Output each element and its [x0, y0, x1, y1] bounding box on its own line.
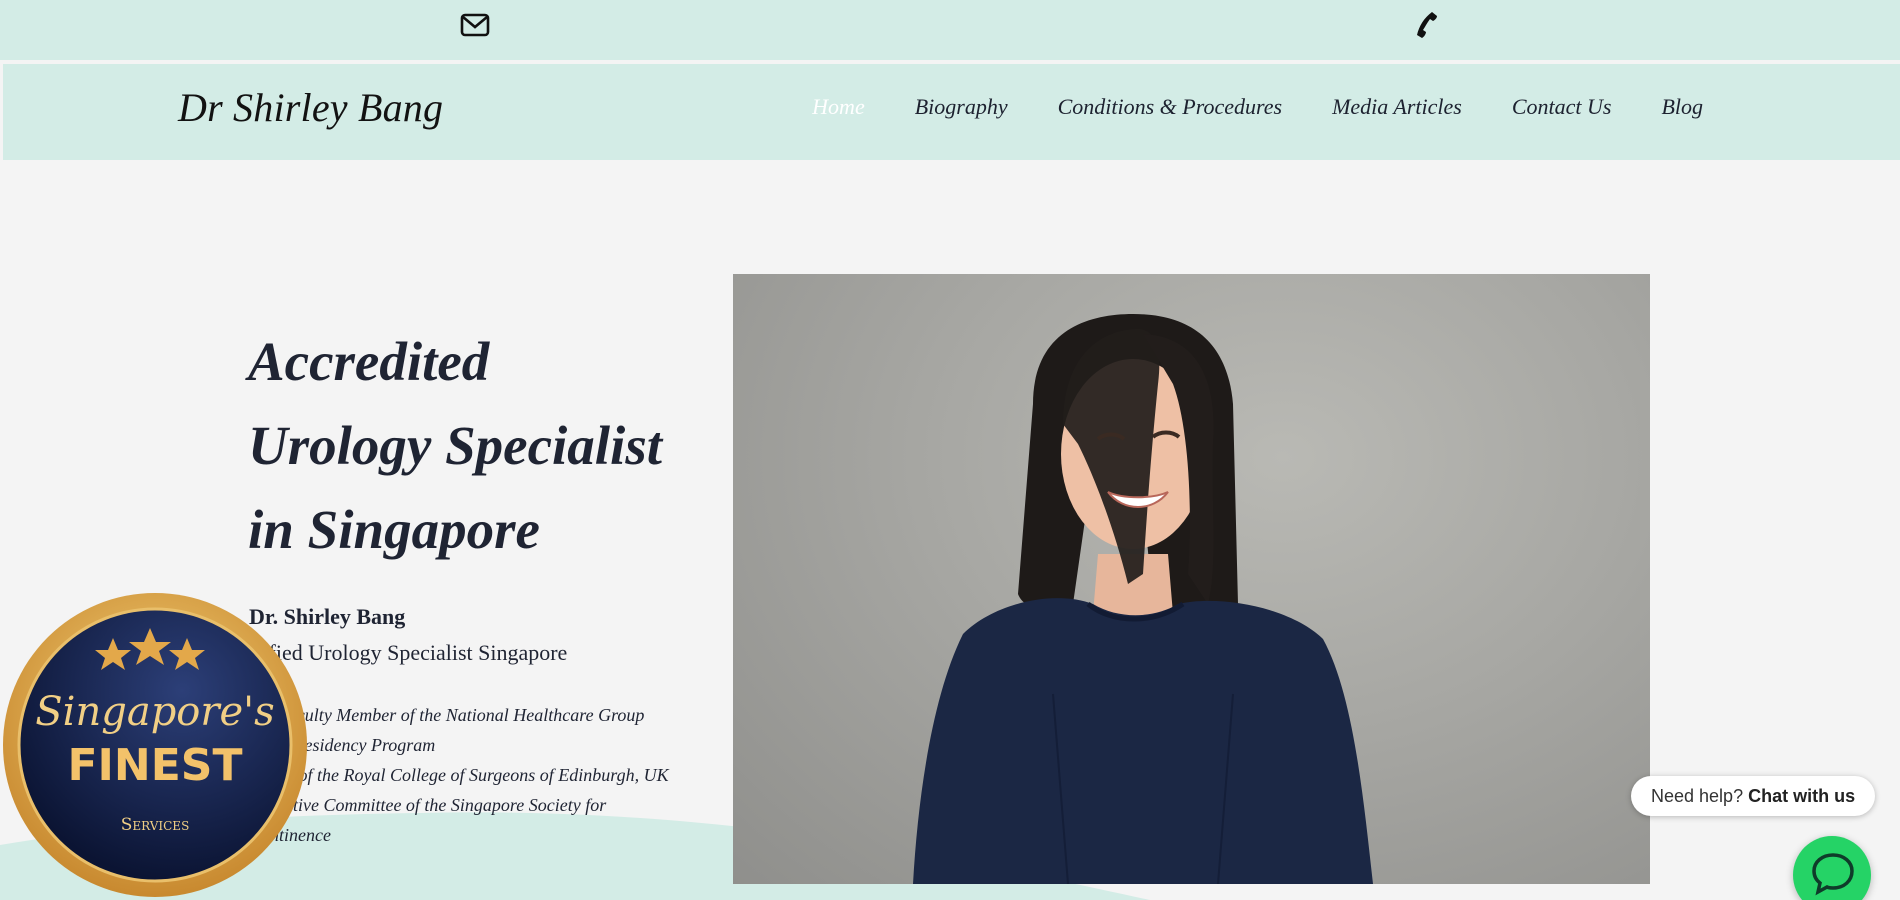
credentials-list: ore Faculty Member of the National Healt…	[249, 700, 719, 850]
top-contact-bar	[0, 0, 1900, 62]
credential-item: Continence	[249, 825, 331, 845]
hero-title-line-1: Accredited	[248, 331, 490, 392]
nav-biography[interactable]: Biography	[915, 94, 1008, 120]
phone-icon[interactable]	[1410, 10, 1440, 40]
portrait-photo	[733, 274, 1650, 884]
site-logo[interactable]: Dr Shirley Bang	[178, 84, 443, 131]
nav-conditions-procedures[interactable]: Conditions & Procedures	[1058, 94, 1282, 120]
credential-item: Executive Committee of the Singapore Soc…	[249, 795, 607, 815]
credential-item: ology Residency Program	[249, 735, 436, 755]
portrait-illustration	[913, 314, 1373, 884]
badge-sub-text: Services	[121, 815, 190, 835]
hero-title-line-2: Urology Specialist	[248, 415, 663, 476]
chat-button[interactable]	[1793, 836, 1871, 900]
nav-home[interactable]: Home	[812, 94, 865, 120]
chat-prompt-text: Need help?	[1651, 785, 1744, 806]
site-header: Dr Shirley Bang Home Biography Condition…	[3, 64, 1900, 160]
credential-item: ember of the Royal College of Surgeons o…	[249, 765, 669, 785]
hero-title-line-3: in Singapore	[248, 499, 540, 560]
credential-item: ore Faculty Member of the National Healt…	[249, 705, 645, 725]
envelope-icon[interactable]	[460, 12, 490, 38]
nav-blog[interactable]: Blog	[1661, 94, 1703, 120]
badge-main-text: FINEST	[67, 740, 242, 791]
chat-bubble-icon	[1812, 853, 1854, 896]
chat-cta-text: Chat with us	[1748, 785, 1856, 806]
singapores-finest-badge[interactable]: Singapore's FINEST Services	[0, 590, 310, 900]
main-nav: Home Biography Conditions & Procedures M…	[762, 94, 1703, 120]
chat-prompt-bubble[interactable]: Need help? Chat with us	[1631, 776, 1876, 816]
nav-contact-us[interactable]: Contact Us	[1512, 94, 1612, 120]
hero-title: Accredited Urology Specialist in Singapo…	[248, 320, 728, 572]
badge-script-text: Singapore's	[35, 689, 274, 735]
nav-media-articles[interactable]: Media Articles	[1332, 94, 1462, 120]
